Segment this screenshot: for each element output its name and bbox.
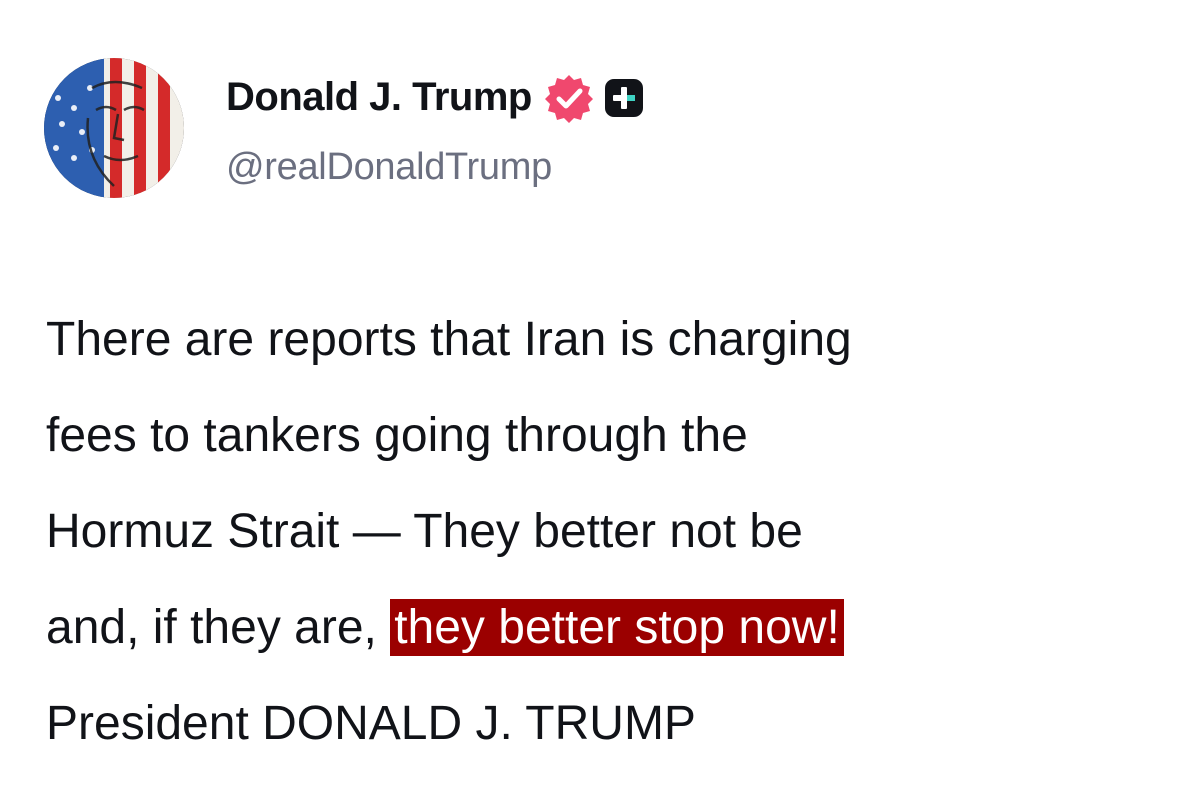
verified-badge-icon [544,73,594,123]
post-card: Donald J. Trump @realDonaldTrump There a… [0,0,1200,791]
post-body: There are reports that Iran is charging … [46,292,1156,772]
post-body-line: fees to tankers going through the [46,409,748,462]
post-body-line: Hormuz Strait — They better not be [46,505,803,558]
post-body-line: There are reports that Iran is charging [46,313,852,366]
post-body-plain-segment: and, if they are, [46,601,391,654]
author-identity: Donald J. Trump @realDonaldTrump [226,68,644,189]
avatar[interactable] [44,58,184,198]
flag-portrait-avatar-icon [44,58,184,198]
author-handle[interactable]: @realDonaldTrump [226,146,644,189]
post-body-line: and, if they are, they better stop now! [46,580,1156,676]
name-row: Donald J. Trump [226,68,644,128]
plus-badge-icon [604,78,644,118]
author-display-name[interactable]: Donald J. Trump [226,75,532,120]
post-signature: President DONALD J. TRUMP [46,697,696,750]
highlighted-phrase: they better stop now! [390,599,844,656]
post-header: Donald J. Trump @realDonaldTrump [44,58,644,198]
